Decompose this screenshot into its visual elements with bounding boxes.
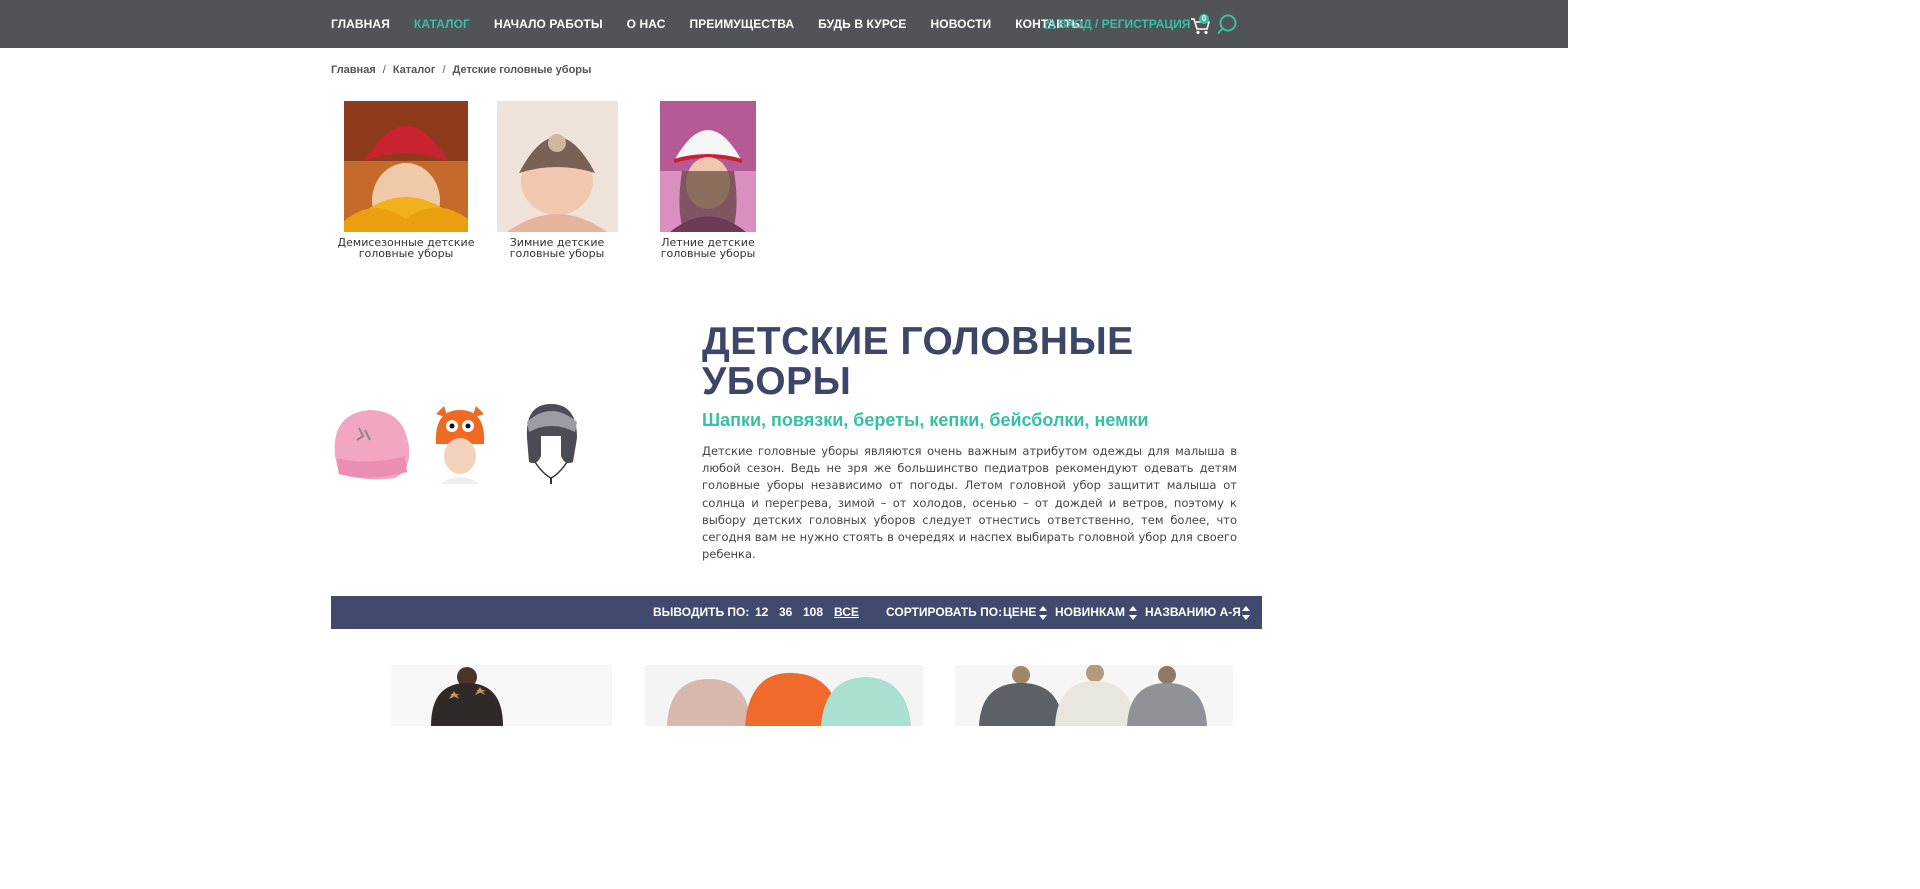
nav-item-news[interactable]: Новости [931,17,992,31]
breadcrumb-catalog[interactable]: Каталог [393,64,436,76]
category-description: Детские головные уборы являются очень ва… [702,444,1237,562]
per-page-108[interactable]: 108 [803,596,823,629]
subcategory-winter-image [496,101,618,232]
per-page-12[interactable]: 12 [755,596,768,629]
subcategory-label: головные уборы [509,247,605,260]
sort-by-price[interactable]: ЦЕНЕ [1003,596,1036,629]
subcategory-label: головные уборы [660,247,756,260]
breadcrumb-current: Детские головные уборы [452,64,592,76]
search-icon[interactable] [1216,13,1238,35]
page-title: Детские головные уборы [702,320,1134,403]
nav-item-home[interactable]: Главная [331,17,390,31]
nav-item-about[interactable]: О нас [627,17,666,31]
nav-item-catalog[interactable]: Каталог [414,17,470,31]
sort-by-name[interactable]: НАЗВАНИЮ А-Я [1145,596,1241,629]
subcategory-label: головные уборы [358,247,454,260]
nav-item-advantages[interactable]: Преимущества [690,17,795,31]
login-register-link[interactable]: ВХОД / РЕГИСТРАЦИЯ [1045,17,1190,31]
per-page-36[interactable]: 36 [779,596,792,629]
per-page-all[interactable]: ВСЕ [834,596,859,629]
login-label: ВХОД / РЕГИСТРАЦИЯ [1058,17,1191,31]
cart-count-badge: 0 [1199,14,1209,24]
nav-item-stay-informed[interactable]: Будь в курсе [818,17,906,31]
subcategory-winter[interactable]: Зимние детские головные уборы [482,101,632,259]
sort-by-newest[interactable]: НОВИНКАМ [1055,596,1125,629]
subcategory-demi-season[interactable]: Демисезонные детские головные уборы [331,101,481,259]
nav-item-getting-started[interactable]: Начало работы [494,17,603,31]
breadcrumb-separator: / [382,64,386,76]
catalog-toolbar: ВЫВОДИТЬ ПО: 12 36 108 ВСЕ СОРТИРОВАТЬ П… [331,596,1262,629]
sort-arrows-icon[interactable] [1242,605,1250,621]
breadcrumb: Главная / Каталог / Детские головные уборы [331,64,591,76]
subcategory-summer-image [660,101,756,232]
product-image [391,665,612,726]
product-image [645,665,923,726]
main-nav: Главная Каталог Начало работы О нас Преи… [331,0,1107,48]
product-card[interactable] [645,665,923,726]
pink-beanie-image [334,410,410,480]
product-card[interactable] [955,665,1233,726]
subcategory-demi-season-image [344,101,468,232]
product-card[interactable] [391,665,612,726]
top-navigation-bar: Главная Каталог Начало работы О нас Преи… [0,0,1568,48]
subcategory-summer[interactable]: Летние детские головные уборы [633,101,783,259]
sort-arrows-icon[interactable] [1039,605,1047,621]
breadcrumb-home[interactable]: Главная [331,64,376,76]
gray-earflap-hat-image [526,404,577,484]
sort-arrows-icon[interactable] [1129,605,1137,621]
page-subtitle: Шапки, повязки, береты, кепки, бейсболки… [702,410,1149,430]
show-per-page-label: ВЫВОДИТЬ ПО: [653,605,750,619]
lock-icon [1045,19,1055,29]
breadcrumb-separator: / [442,64,446,76]
sort-label: СОРТИРОВАТЬ ПО: [886,605,1003,619]
orange-owl-hat-image [435,406,485,484]
product-image [955,665,1233,726]
